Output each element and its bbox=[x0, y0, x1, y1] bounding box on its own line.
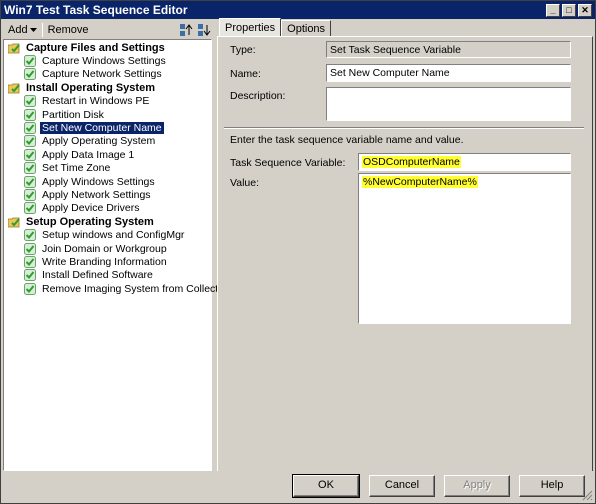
dropdown-arrow-icon bbox=[29, 27, 37, 32]
name-label: Name: bbox=[230, 68, 261, 80]
remove-label: Remove bbox=[47, 24, 89, 36]
name-field[interactable]: Set New Computer Name bbox=[326, 64, 571, 82]
tab-options[interactable]: Options bbox=[281, 20, 332, 37]
tree-step[interactable]: Apply Data Image 1 bbox=[4, 148, 211, 161]
tree-item-label: Apply Windows Settings bbox=[42, 175, 155, 188]
resize-grip-icon[interactable] bbox=[582, 490, 593, 501]
tree-item-label: Restart in Windows PE bbox=[42, 95, 150, 108]
green-check-icon bbox=[24, 55, 36, 68]
tree-step[interactable]: Capture Network Settings bbox=[4, 68, 211, 81]
tree-step[interactable]: Set New Computer Name bbox=[4, 121, 211, 135]
add-label: Add bbox=[8, 24, 28, 36]
tree-item-label: Setup Operating System bbox=[26, 215, 154, 228]
apply-button[interactable]: Apply bbox=[444, 475, 510, 497]
instructions-text: Enter the task sequence variable name an… bbox=[230, 134, 464, 146]
type-value: Set Task Sequence Variable bbox=[326, 41, 571, 58]
folder-check-icon bbox=[8, 43, 20, 54]
tree-step[interactable]: Write Branding Information bbox=[4, 255, 211, 268]
tree-item-label: Partition Disk bbox=[42, 108, 104, 121]
description-label: Description: bbox=[230, 90, 286, 102]
green-check-icon bbox=[24, 148, 36, 161]
task-sequence-editor-window: Win7 Test Task Sequence Editor _ □ ✕ Add… bbox=[0, 0, 596, 504]
minimize-button[interactable]: _ bbox=[546, 3, 560, 17]
green-check-icon bbox=[24, 242, 36, 255]
green-check-icon bbox=[24, 95, 36, 108]
value-field[interactable]: %NewComputerName% bbox=[358, 173, 571, 324]
tree-step[interactable]: Capture Windows Settings bbox=[4, 54, 211, 68]
tree-item-label: Set Time Zone bbox=[42, 162, 111, 175]
tree-item-label: Write Branding Information bbox=[42, 255, 167, 268]
tree-step[interactable]: Apply Device Drivers bbox=[4, 202, 211, 215]
description-field[interactable] bbox=[326, 87, 571, 121]
tree-item-label: Apply Operating System bbox=[42, 135, 156, 148]
green-check-icon bbox=[24, 122, 36, 135]
tree-item-label: Setup windows and ConfigMgr bbox=[42, 229, 185, 242]
tree-item-label: Install Defined Software bbox=[42, 269, 153, 282]
move-up-icon[interactable] bbox=[179, 23, 193, 37]
tree-step[interactable]: Join Domain or Workgroup bbox=[4, 242, 211, 255]
tree-item-label: Capture Network Settings bbox=[42, 68, 162, 81]
add-menu-button[interactable]: Add bbox=[3, 24, 42, 36]
green-check-icon bbox=[24, 229, 36, 242]
value-text: %NewComputerName% bbox=[362, 176, 478, 188]
tree-step[interactable]: Partition Disk bbox=[4, 108, 211, 121]
type-label: Type: bbox=[230, 44, 256, 56]
tree-step[interactable]: Set Time Zone bbox=[4, 162, 211, 175]
tree-step[interactable]: Remove Imaging System from Collection bbox=[4, 282, 232, 295]
cancel-button[interactable]: Cancel bbox=[369, 475, 435, 497]
green-check-icon bbox=[24, 68, 36, 81]
tree-step[interactable]: Setup windows and ConfigMgr bbox=[4, 228, 211, 242]
title-bar[interactable]: Win7 Test Task Sequence Editor _ □ ✕ bbox=[1, 1, 595, 19]
value-label: Value: bbox=[230, 177, 259, 189]
green-check-icon bbox=[24, 269, 36, 282]
tab-properties[interactable]: Properties bbox=[219, 18, 282, 37]
folder-check-icon bbox=[8, 83, 20, 94]
tree-toolbar: Add Remove bbox=[3, 21, 213, 39]
tree-step[interactable]: Install Defined Software bbox=[4, 269, 211, 282]
tab-strip: Properties Options bbox=[219, 18, 332, 37]
tree-step[interactable]: Restart in Windows PE bbox=[4, 95, 211, 108]
tree-item-label: Join Domain or Workgroup bbox=[42, 242, 167, 255]
tree-item-label: Remove Imaging System from Collection bbox=[42, 282, 233, 295]
close-button[interactable]: ✕ bbox=[578, 3, 592, 17]
section-divider bbox=[224, 127, 584, 129]
dialog-button-bar: OK Cancel Apply Help bbox=[1, 471, 595, 503]
tree-step[interactable]: Apply Operating System bbox=[4, 135, 211, 148]
green-check-icon bbox=[24, 188, 36, 201]
variable-field[interactable]: OSDComputerName bbox=[358, 153, 571, 171]
green-check-icon bbox=[24, 202, 36, 215]
maximize-button[interactable]: □ bbox=[562, 3, 576, 17]
tree-group[interactable]: Capture Files and Settings bbox=[4, 41, 211, 54]
window-title: Win7 Test Task Sequence Editor bbox=[4, 3, 188, 17]
ok-button[interactable]: OK bbox=[292, 474, 360, 498]
task-sequence-tree[interactable]: Capture Files and Settings Capture Window… bbox=[3, 39, 232, 471]
green-check-icon bbox=[24, 108, 36, 121]
tree-item-label: Apply Network Settings bbox=[42, 188, 151, 201]
green-check-icon bbox=[24, 282, 36, 295]
properties-panel: Type: Set Task Sequence Variable Name: S… bbox=[217, 36, 593, 472]
tree-item-label: Install Operating System bbox=[26, 81, 155, 94]
green-check-icon bbox=[24, 135, 36, 148]
help-button[interactable]: Help bbox=[519, 475, 585, 497]
tree-item-label: Apply Device Drivers bbox=[42, 202, 140, 215]
tree-item-label: Apply Data Image 1 bbox=[42, 148, 135, 161]
folder-check-icon bbox=[8, 217, 20, 228]
tree-step[interactable]: Apply Windows Settings bbox=[4, 175, 211, 188]
tree-group[interactable]: Install Operating System bbox=[4, 81, 211, 94]
green-check-icon bbox=[24, 162, 36, 175]
variable-value: OSDComputerName bbox=[362, 156, 461, 168]
tree-item-label: Capture Windows Settings bbox=[42, 55, 166, 68]
tree-group[interactable]: Setup Operating System bbox=[4, 215, 211, 228]
remove-button[interactable]: Remove bbox=[43, 24, 94, 36]
tree-step[interactable]: Apply Network Settings bbox=[4, 188, 211, 201]
tree-item-label: Set New Computer Name bbox=[40, 122, 164, 135]
green-check-icon bbox=[24, 175, 36, 188]
tree-item-label: Capture Files and Settings bbox=[26, 41, 165, 54]
move-down-icon[interactable] bbox=[197, 23, 211, 37]
green-check-icon bbox=[24, 255, 36, 268]
variable-label: Task Sequence Variable: bbox=[230, 157, 346, 169]
